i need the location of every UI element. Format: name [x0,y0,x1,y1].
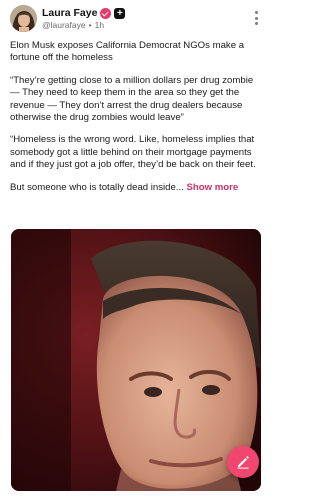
post-media-image[interactable] [11,229,261,491]
kebab-dot [255,11,258,14]
post-paragraph: “They’re getting close to a million doll… [10,74,254,124]
avatar-photo [10,5,37,32]
compose-pencil-icon [237,456,249,469]
show-more-link[interactable]: Show more [187,182,239,193]
media-photo [11,229,261,491]
kebab-menu-icon[interactable] [251,10,263,26]
verified-icon [100,7,112,19]
avatar[interactable] [10,5,37,32]
author-display-name[interactable]: Laura Faye [42,7,97,19]
post-paragraph: “Homeless is the wrong word. Like, homel… [10,134,256,171]
truncated-text: But someone who is totally dead inside..… [10,181,184,193]
post-timestamp: 1h [94,20,105,30]
kebab-dot [255,22,258,25]
post-header: Laura Faye + @laurafaye • 1h [0,0,272,40]
author-handle[interactable]: @laurafaye [42,20,86,30]
post-meta: @laurafaye • 1h [42,20,104,30]
post-paragraph: Elon Musk exposes California Democrat NG… [10,40,245,64]
post-body[interactable]: Elon Musk exposes California Democrat NG… [10,40,262,204]
plus-badge: + [114,7,126,19]
kebab-dot [255,16,258,20]
compose-button[interactable] [227,446,259,478]
meta-separator: • [88,20,92,30]
author-name-row: Laura Faye + [42,7,126,19]
post-paragraph-truncated: But someone who is totally dead inside..… [10,182,262,194]
